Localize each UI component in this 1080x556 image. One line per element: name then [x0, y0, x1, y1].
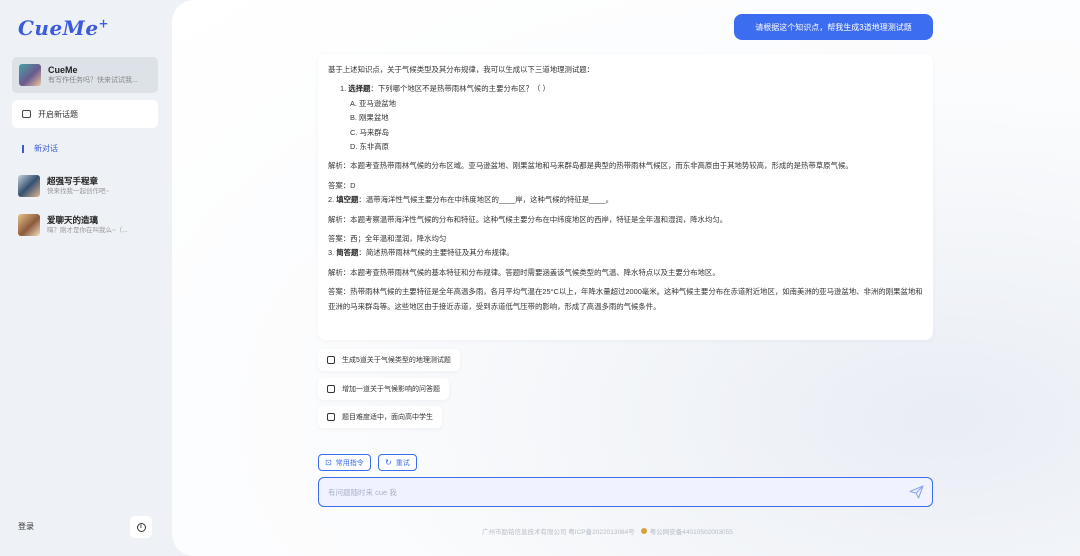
- option-a: A. 亚马逊盆地: [350, 98, 396, 108]
- avatar: [18, 175, 40, 197]
- q3-answer: 答案：热带雨林气候的主要特征是全年高温多雨，各月平均气温在25°C以上，年降水量…: [328, 287, 923, 311]
- profile-name: CueMe: [48, 64, 78, 75]
- sidebar-item-new-chat[interactable]: 新对话: [22, 143, 58, 154]
- retry-label: 重试: [395, 459, 410, 467]
- footer: 广州市励铭信息技术有限公司 粤ICP备2022013084号 粤公网安备4401…: [482, 526, 733, 536]
- suggestion-label: 生成5道关于气候类型的地理测试题: [342, 357, 451, 364]
- assistant-answer: 基于上述知识点，关于气候类型及其分布规律，我可以生成以下三道地理测试题： 1. …: [318, 54, 933, 340]
- message-icon: [327, 413, 335, 421]
- login-link[interactable]: 登录: [18, 521, 34, 532]
- new-topic-button[interactable]: 开启新话题: [12, 100, 158, 128]
- new-chat-label: 新对话: [34, 144, 58, 153]
- footer-company[interactable]: 广州市励铭信息技术有限公司 粤ICP备2022013084号: [482, 526, 635, 536]
- commands-label: 常用指令: [335, 459, 364, 467]
- question-1: 1. 选择题：下列哪个地区不是热带雨林气候的主要分布区？（ ）: [340, 84, 550, 94]
- chat-title: 超强写手程章: [47, 175, 99, 186]
- command-icon: ⊡: [325, 458, 332, 467]
- q3-analysis: 解析：本题考查热带雨林气候的基本特征和分布规律。答题时需要涵盖该气候类型的气温、…: [328, 267, 720, 277]
- profile-subtitle: 有写作任务吗？快来试试我...: [48, 76, 138, 84]
- message-icon: [327, 356, 335, 364]
- app-logo[interactable]: CueMe+: [18, 16, 109, 40]
- q2-answer: 答案：西；全年温和湿润，降水均匀: [328, 234, 447, 244]
- suggestion-button[interactable]: 题目难度适中，面向高中学生: [318, 406, 442, 428]
- answer-intro: 基于上述知识点，关于气候类型及其分布规律，我可以生成以下三道地理测试题：: [328, 65, 595, 74]
- question-3: 3. 简答题：简述热带雨林气候的主要特征及其分布规律。: [328, 248, 514, 258]
- refresh-icon: ↻: [385, 458, 392, 467]
- retry-button[interactable]: ↻ 重试: [378, 454, 417, 471]
- suggestion-label: 题目难度适中，面向高中学生: [342, 414, 433, 421]
- chat-subtitle: 快来找我一起创作吧~: [47, 187, 110, 195]
- active-indicator: [22, 144, 24, 153]
- user-message: 请根据这个知识点，帮我生成3道地理测试题: [734, 14, 933, 40]
- new-topic-icon: [22, 110, 31, 118]
- new-topic-label: 开启新话题: [38, 109, 78, 119]
- option-d: D. 东非高原: [350, 142, 390, 152]
- chat-subtitle: 嗨？刚才是你在叫我么~（...: [47, 226, 128, 234]
- option-b: B. 刚果盆地: [350, 113, 389, 123]
- option-c: C. 马来群岛: [350, 127, 390, 137]
- suggestion-button[interactable]: 生成5道关于气候类型的地理测试题: [318, 349, 460, 371]
- chat-input[interactable]: [328, 486, 888, 498]
- q1-analysis: 解析：本题考查热带雨林气候的分布区域。亚马逊盆地、刚果盆地和马来群岛都是典型的热…: [328, 161, 853, 171]
- footer-police[interactable]: 粤公网安备44010502003055: [650, 526, 733, 536]
- chat-input-box: [318, 477, 933, 507]
- police-badge-icon: [640, 528, 647, 534]
- common-commands-button[interactable]: ⊡ 常用指令: [318, 454, 371, 471]
- avatar: [18, 214, 40, 236]
- chat-item[interactable]: 爱聊天的造璃 嗨？刚才是你在叫我么~（...: [18, 212, 168, 238]
- q2-analysis: 解析：本题考察温带海洋性气候的分布和特征。这种气候主要分布在中纬度地区的西岸，特…: [328, 214, 728, 224]
- q1-answer: 答案：D: [328, 180, 356, 190]
- message-icon: [327, 385, 335, 393]
- suggestion-button[interactable]: 增加一道关于气候影响的问答题: [318, 378, 449, 400]
- question-2: 2. 填空题：温带海洋性气候主要分布在中纬度地区的____岸，这种气候的特征是_…: [328, 195, 614, 205]
- profile-card[interactable]: CueMe 有写作任务吗？快来试试我...: [12, 57, 158, 93]
- info-icon: i: [136, 522, 146, 532]
- chat-item[interactable]: 超强写手程章 快来找我一起创作吧~: [18, 173, 168, 199]
- avatar: [19, 64, 41, 86]
- send-icon[interactable]: [909, 485, 924, 499]
- chat-title: 爱聊天的造璃: [47, 214, 99, 225]
- suggestion-label: 增加一道关于气候影响的问答题: [342, 386, 440, 393]
- info-button[interactable]: i: [130, 516, 152, 538]
- sidebar: CueMe+ CueMe 有写作任务吗？快来试试我... 开启新话题 新对话 超…: [0, 0, 172, 556]
